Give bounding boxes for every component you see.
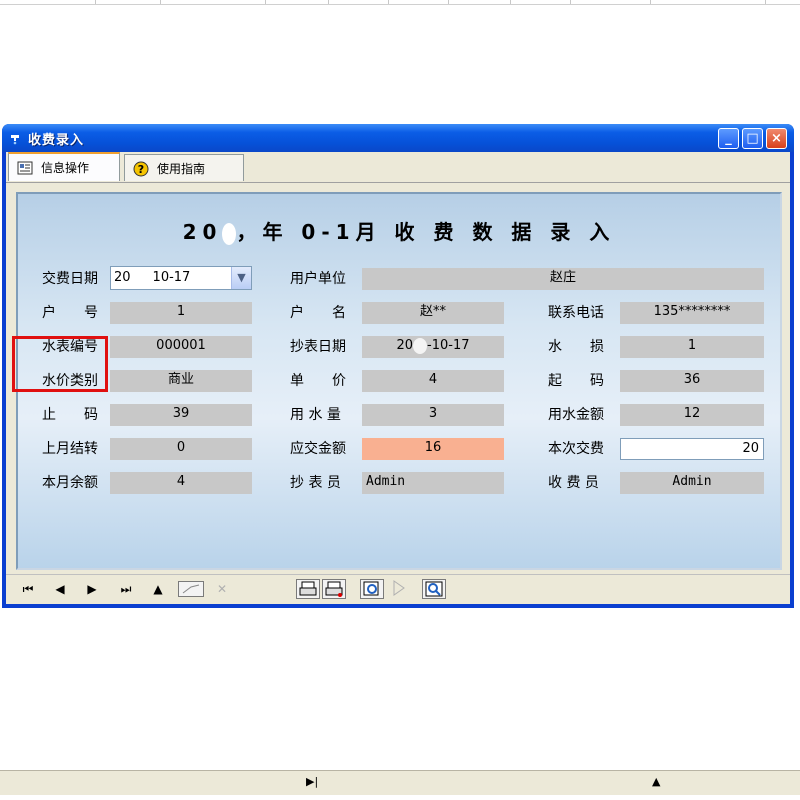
reader-value: Admin <box>362 472 504 494</box>
account-name-label: 户 名 <box>290 305 346 321</box>
charge-entry-window: 收费录入 _ □ × 信息操作 ? 使用指南 20 ，年 0-1月 收 费 数 据… <box>2 124 794 608</box>
edit-record-icon[interactable] <box>178 581 204 597</box>
tab-info-operation[interactable]: 信息操作 <box>8 152 120 181</box>
first-record-button[interactable]: ⏮ <box>14 579 42 599</box>
next-record-button[interactable]: ▶ <box>78 579 106 599</box>
print-icon[interactable] <box>296 579 320 599</box>
account-no-label: 户 号 <box>42 305 98 321</box>
unit-price-value: 4 <box>362 370 504 392</box>
redacted-mark <box>222 222 237 245</box>
water-loss-label: 水 损 <box>548 339 604 355</box>
pay-date-year: 20 <box>114 270 131 285</box>
zoom-icon[interactable] <box>360 579 384 599</box>
form-panel: 20 ，年 0-1月 收 费 数 据 录 入 交费日期 20 10-17 ▼ 用户单… <box>16 192 782 570</box>
form-heading: 20 ，年 0-1月 收 费 数 据 录 入 <box>18 216 780 245</box>
pay-date-day: 10-17 <box>152 270 191 285</box>
due-amount-value: 16 <box>362 438 504 460</box>
reader-label: 抄 表 员 <box>290 475 341 491</box>
water-qty-label: 用 水 量 <box>290 407 341 423</box>
tab-strip: 信息操作 ? 使用指南 <box>6 152 790 183</box>
help-question-icon: ? <box>133 161 149 177</box>
search-icon[interactable] <box>422 579 446 599</box>
month-balance-value: 4 <box>110 472 252 494</box>
read-date-label: 抄表日期 <box>290 339 346 355</box>
water-amount-label: 用水金额 <box>548 407 604 423</box>
water-amount-value: 12 <box>620 404 764 426</box>
pay-date-picker[interactable]: 20 10-17 ▼ <box>110 266 252 290</box>
collector-value: Admin <box>620 472 764 494</box>
water-qty-value: 3 <box>362 404 504 426</box>
up-button[interactable]: ▲ <box>144 579 172 599</box>
sheet-next-button[interactable]: ▶| <box>306 775 318 788</box>
end-reading-label: 止 码 <box>42 407 98 423</box>
end-reading-value: 39 <box>110 404 252 426</box>
last-carry-label: 上月结转 <box>42 441 98 457</box>
play-icon[interactable] <box>388 579 410 599</box>
due-amount-label: 应交金额 <box>290 441 346 457</box>
heading-year: 20 <box>182 220 223 244</box>
tab-label: 使用指南 <box>157 161 206 176</box>
last-carry-value: 0 <box>110 438 252 460</box>
unit-price-label: 单 价 <box>290 373 346 389</box>
read-date-year: 20 <box>396 338 414 353</box>
tab-user-guide[interactable]: ? 使用指南 <box>124 154 244 181</box>
user-unit-value: 赵庄 <box>362 268 764 290</box>
heading-title: 月 收 费 数 据 录 入 <box>355 220 616 244</box>
window-title: 收费录入 <box>28 133 85 148</box>
record-navigation-toolbar: ⏮ ◀ ▶ ⏭ ▲ ✕ <box>6 574 790 603</box>
prev-record-button[interactable]: ◀ <box>46 579 74 599</box>
collector-label: 收 费 员 <box>548 475 599 491</box>
phone-label: 联系电话 <box>548 305 604 321</box>
info-card-icon <box>17 161 33 175</box>
start-reading-value: 36 <box>620 370 764 392</box>
highlight-box <box>12 336 108 392</box>
svg-text:?: ? <box>138 163 144 176</box>
app-faucet-icon <box>9 130 24 145</box>
pay-date-label: 交费日期 <box>42 271 98 287</box>
phone-value: 135******** <box>620 302 764 324</box>
user-unit-label: 用户单位 <box>290 271 346 287</box>
account-name-value: 赵** <box>362 302 504 324</box>
close-button[interactable]: × <box>766 128 787 149</box>
account-no-value: 1 <box>110 302 252 324</box>
delete-record-button[interactable]: ✕ <box>210 579 234 599</box>
spreadsheet-status-bar: ▶| ▲ <box>0 770 800 795</box>
read-date-day: -10-17 <box>427 338 470 353</box>
print-preview-icon[interactable] <box>322 579 346 599</box>
heading-year-sep: ， <box>236 220 263 244</box>
maximize-button[interactable]: □ <box>742 128 763 149</box>
sheet-up-button[interactable]: ▲ <box>652 775 660 788</box>
this-payment-label: 本次交费 <box>548 441 604 457</box>
minimize-button[interactable]: _ <box>718 128 739 149</box>
chevron-down-icon[interactable]: ▼ <box>231 267 251 289</box>
water-loss-value: 1 <box>620 336 764 358</box>
window-client-area: 信息操作 ? 使用指南 20 ，年 0-1月 收 费 数 据 录 入 交费日期 2… <box>6 152 790 604</box>
spreadsheet-top-strip <box>0 0 800 5</box>
tab-label: 信息操作 <box>41 161 90 175</box>
month-balance-label: 本月余额 <box>42 475 98 491</box>
meter-no-value: 000001 <box>110 336 252 358</box>
this-payment-input[interactable]: 20 <box>620 438 764 460</box>
heading-month: 年 0-1 <box>262 220 356 244</box>
start-reading-label: 起 码 <box>548 373 604 389</box>
last-record-button[interactable]: ⏭ <box>112 579 140 599</box>
price-type-value: 商业 <box>110 370 252 392</box>
title-bar[interactable]: 收费录入 _ □ × <box>2 124 794 152</box>
read-date-value: 20 -10-17 <box>362 336 504 358</box>
